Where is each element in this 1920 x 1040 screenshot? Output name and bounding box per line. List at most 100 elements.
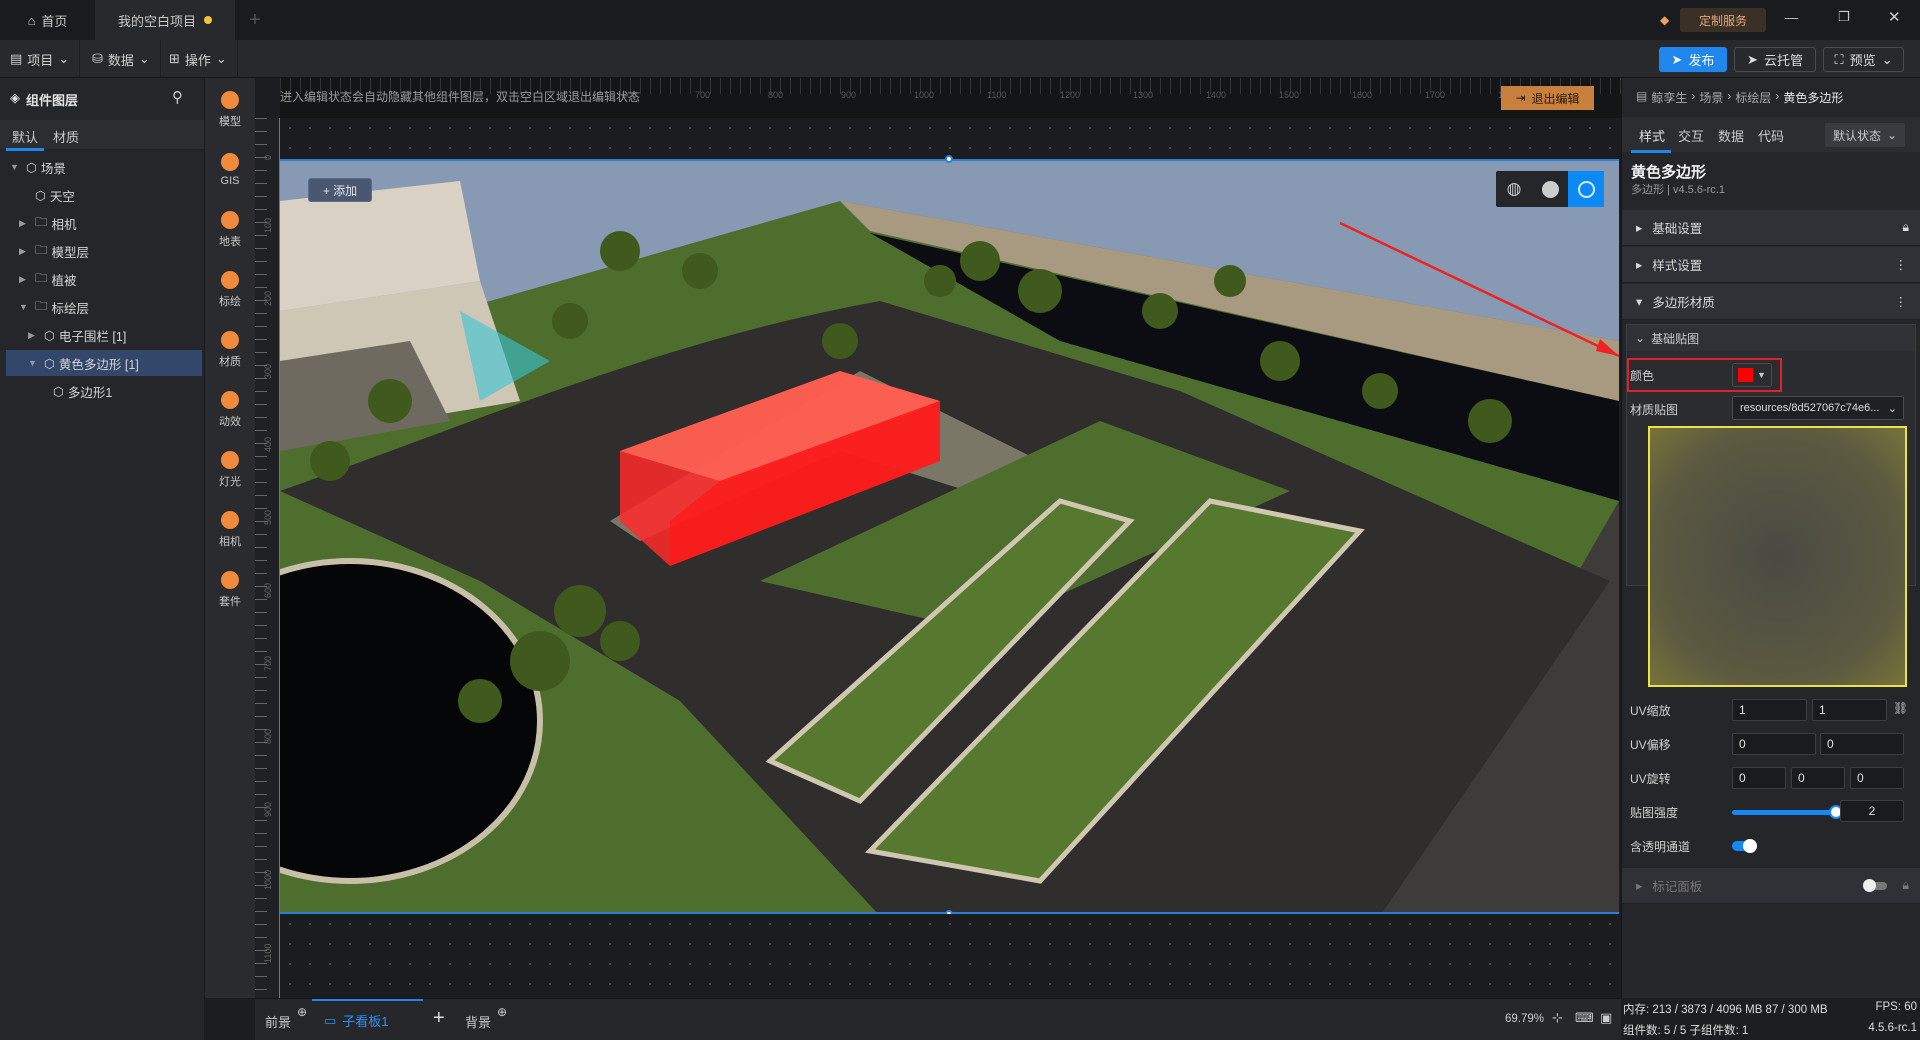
intensity-slider[interactable] — [1732, 805, 1843, 819]
add-board-button[interactable]: + — [433, 1007, 445, 1030]
ruler-label: 1700 — [1425, 90, 1446, 100]
marker-toggle[interactable] — [1863, 879, 1887, 892]
caret-right-icon[interactable]: ▶ — [19, 218, 31, 229]
3d-scene-viewport[interactable]: + 添加 ◍ — [280, 159, 1619, 914]
more-icon[interactable]: ⋮ — [1895, 257, 1908, 272]
zoom-level[interactable]: 69.79% — [1505, 1013, 1544, 1025]
icon-bar-item[interactable]: 地表 — [205, 202, 255, 258]
icon-bar-item[interactable]: 相机 — [205, 502, 255, 558]
chevron-down-icon: ⌄ — [215, 51, 227, 66]
link-icon[interactable]: ⛓ — [1893, 701, 1908, 715]
more-icon[interactable]: ⋮ — [1895, 294, 1908, 309]
tree-item[interactable]: ▶ 🗀︎ 植被 — [6, 266, 202, 292]
subsection-basic-texture[interactable]: ⌄ 基础贴图 — [1627, 325, 1915, 351]
ruler-label: 300 — [263, 363, 273, 379]
uv-offset-x-input[interactable]: 0 — [1732, 733, 1816, 755]
icon-bar-item[interactable]: 材质 — [205, 322, 255, 378]
uv-offset-y-input[interactable]: 0 — [1820, 733, 1904, 755]
caret-down-icon[interactable]: ▼ — [28, 358, 40, 368]
edit-hint: 进入编辑状态会自动隐藏其他组件图层，双击空白区域退出编辑状态 — [280, 90, 641, 104]
tree-item[interactable]: ▶ 🗀︎ 模型层 — [6, 238, 202, 264]
section-marker-panel[interactable]: ▸ 标记面板 🔒︎ — [1622, 868, 1920, 904]
tab-material[interactable]: 材质 — [53, 127, 79, 146]
fit-screen-icon[interactable]: ⊹ — [1552, 1010, 1563, 1026]
icon-bar-item[interactable]: GIS — [205, 142, 255, 198]
tab-code[interactable]: 代码 — [1758, 126, 1784, 145]
layer-panel: ◈ 组件图层 ⚲ 默认 材质 ▼ ⬡ 场景 ⬡ 天空 ▶ 🗀︎ 相机 ▶ 🗀︎ 模型层 ▶ 🗀︎ 植被 ▼ 🗀︎… — [0, 78, 205, 1040]
tab-project[interactable]: 我的空白项目 — [95, 0, 235, 40]
section-basic-settings[interactable]: ▸ 基础设置 🔒︎ — [1622, 210, 1920, 246]
main-toolbar: ▤ 项目 ⌄ ⛁ 数据 ⌄ ⊞ 操作 ⌄ ➤ 发布 ➤ 云托管 ⛶ 预览 ⌄ — [0, 40, 1920, 78]
tree-item[interactable]: ▶ ⬡ 电子围栏 [1] — [6, 322, 202, 348]
chevron-down-icon: ⌄ — [1887, 402, 1897, 415]
globe-icon[interactable]: ◍ — [1496, 171, 1532, 207]
color-picker[interactable]: ▼ — [1732, 363, 1772, 387]
tab-sub-board[interactable]: ▭ 子看板1 — [312, 999, 423, 1040]
tab-default[interactable]: 默认 — [12, 127, 38, 146]
caret-right-icon[interactable]: ▶ — [19, 274, 31, 285]
terminal-icon[interactable]: ▣ — [1600, 1010, 1612, 1026]
tree-item[interactable]: ⬡ 天空 — [6, 182, 202, 208]
caret-down-icon[interactable]: ▼ — [19, 302, 31, 312]
custom-service-button[interactable]: ◆ 定制服务 — [1660, 8, 1766, 32]
add-button[interactable]: + 添加 — [308, 178, 372, 202]
uv-scale-y-input[interactable]: 1 — [1812, 699, 1887, 721]
section-style-settings[interactable]: ▸ 样式设置 ⋮ — [1622, 247, 1920, 283]
close-button[interactable]: ✕ — [1888, 8, 1901, 26]
keyboard-icon[interactable]: ⌨ — [1575, 1010, 1594, 1026]
intensity-input[interactable]: 2 — [1840, 800, 1904, 822]
resize-handle-top[interactable] — [945, 155, 953, 163]
caret-right-icon[interactable]: ▶ — [19, 246, 31, 257]
component-category-icon — [221, 271, 239, 289]
tab-style[interactable]: 样式 — [1639, 126, 1665, 145]
icon-bar-item[interactable]: 标绘 — [205, 262, 255, 318]
state-select[interactable]: 默认状态 ⌄ — [1825, 123, 1905, 147]
lock-icon[interactable]: 🔒︎ — [1902, 220, 1909, 235]
tab-home[interactable]: ⌂ 首页 — [0, 0, 95, 40]
section-polygon-material[interactable]: ▾ 多边形材质 ⋮ — [1622, 284, 1920, 320]
solid-circle-icon[interactable] — [1532, 171, 1568, 207]
uv-rotate-x-input[interactable]: 0 — [1732, 767, 1786, 789]
menu-project[interactable]: ▤ 项目 ⌄ — [0, 40, 81, 78]
icon-bar-item[interactable]: 套件 — [205, 562, 255, 618]
active-tab-indicator — [6, 148, 44, 151]
icon-bar-item[interactable]: 模型 — [205, 82, 255, 138]
uv-rotate-z-input[interactable]: 0 — [1850, 767, 1904, 789]
tab-interaction[interactable]: 交互 — [1678, 126, 1704, 145]
texture-select[interactable]: resources/8d527067c74e6... ⌄ — [1732, 396, 1904, 420]
menu-data[interactable]: ⛁ 数据 ⌄ — [82, 40, 161, 78]
status-bar: 内存: 213 / 3873 / 4096 MB 87 / 300 MB FPS… — [1621, 998, 1920, 1040]
caret-right-icon[interactable]: ▶ — [28, 330, 40, 341]
restore-button[interactable]: ❐ — [1838, 9, 1850, 25]
new-tab-button[interactable]: + — [240, 0, 270, 40]
texture-preview[interactable] — [1648, 426, 1907, 687]
tree-item[interactable]: ▼ ⬡ 黄色多边形 [1] — [6, 350, 202, 376]
minimize-button[interactable]: — — [1785, 10, 1798, 25]
uv-scale-x-input[interactable]: 1 — [1732, 699, 1807, 721]
lock-icon[interactable]: 🔒︎ — [1902, 878, 1909, 893]
preview-button[interactable]: ⛶ 预览 ⌄ — [1823, 47, 1904, 72]
alpha-toggle[interactable] — [1732, 839, 1757, 853]
search-icon[interactable]: ⚲ — [172, 88, 183, 106]
tree-item[interactable]: ⬡ 多边形1 — [6, 378, 202, 404]
uv-rotate-y-input[interactable]: 0 — [1791, 767, 1845, 789]
orbit-icon[interactable] — [1568, 171, 1604, 207]
icon-bar-item[interactable]: 灯光 — [205, 442, 255, 498]
tree-item[interactable]: ▼ 🗀︎ 标绘层 — [6, 294, 202, 320]
component-category-icon — [221, 91, 239, 109]
menu-operate[interactable]: ⊞ 操作 ⌄ — [159, 40, 238, 78]
tree-item[interactable]: ▶ 🗀︎ 相机 — [6, 210, 202, 236]
tab-foreground[interactable]: 前景 — [265, 1012, 291, 1031]
icon-bar-item[interactable]: 动效 — [205, 382, 255, 438]
caret-down-icon[interactable]: ▼ — [10, 162, 22, 172]
cloud-hosting-button[interactable]: ➤ 云托管 — [1734, 47, 1816, 72]
component-category-icon — [221, 451, 239, 469]
publish-button[interactable]: ➤ 发布 — [1659, 47, 1727, 72]
tree-item[interactable]: ▼ ⬡ 场景 — [6, 154, 202, 180]
exit-edit-button[interactable]: ⇥ 退出编辑 — [1501, 86, 1594, 110]
tab-data[interactable]: 数据 — [1718, 126, 1744, 145]
add-background-icon[interactable]: ⊕ — [497, 1005, 507, 1019]
exit-icon: ⇥ — [1515, 91, 1526, 105]
add-foreground-icon[interactable]: ⊕ — [297, 1005, 307, 1019]
tab-background[interactable]: 背景 — [465, 1012, 491, 1031]
